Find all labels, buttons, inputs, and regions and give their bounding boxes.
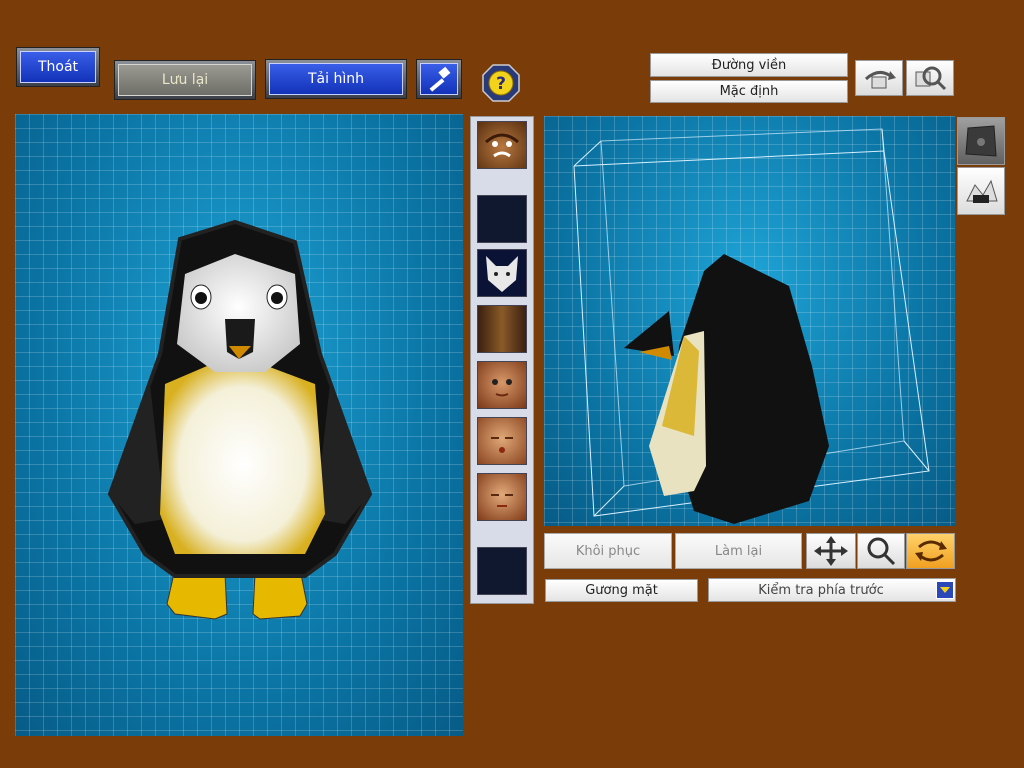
zoom-view-button[interactable] <box>906 60 954 96</box>
redo-button-label: Làm lại <box>714 543 763 559</box>
help-button[interactable]: ? <box>482 64 520 102</box>
outline-button[interactable]: Đường viền <box>650 53 848 77</box>
move-icon <box>814 536 848 566</box>
round-face-icon <box>491 494 513 507</box>
help-icon: ? <box>482 64 520 102</box>
face-button-label: Gương mặt <box>585 583 658 598</box>
thumbnail-face-angry[interactable] <box>477 121 527 169</box>
thumbnail-face-round-1[interactable] <box>477 361 527 409</box>
default-button[interactable]: Mặc định <box>650 80 848 103</box>
restore-button-label: Khôi phục <box>575 543 641 559</box>
effect-icon <box>966 179 998 203</box>
rotate-view-button[interactable] <box>855 60 903 96</box>
face-button[interactable]: Gương mặt <box>545 579 698 602</box>
thumbnail-empty-1[interactable] <box>477 195 527 243</box>
orbit-icon <box>914 540 947 562</box>
background-icon <box>965 125 997 157</box>
wolf-head-icon <box>486 256 518 292</box>
default-button-label: Mặc định <box>719 84 779 99</box>
angry-face-icon <box>485 133 519 158</box>
effect-button[interactable] <box>957 167 1005 215</box>
thumbnail-hair-brown[interactable] <box>477 305 527 353</box>
hammer-icon <box>429 66 451 92</box>
move-button[interactable] <box>806 533 856 569</box>
zoom-view-icon <box>915 66 947 91</box>
thumbnail-face-round-3[interactable] <box>477 473 527 521</box>
part-thumbnail-column <box>470 116 534 604</box>
front-check-select-label: Kiểm tra phía trước <box>758 582 884 598</box>
chevron-down-icon[interactable] <box>936 581 954 599</box>
round-face-icon <box>491 437 513 453</box>
front-view-panel[interactable] <box>15 114 463 736</box>
svg-text:?: ? <box>496 74 506 94</box>
round-face-icon <box>492 379 512 397</box>
magnify-icon <box>867 537 896 566</box>
rotate-view-icon <box>864 71 896 89</box>
penguin-side-model <box>573 128 930 524</box>
save-button[interactable]: Lưu lại <box>114 60 256 100</box>
thumbnail-face-round-2[interactable] <box>477 417 527 465</box>
background-button[interactable] <box>957 117 1005 165</box>
outline-button-label: Đường viền <box>711 57 787 73</box>
redo-button[interactable]: Làm lại <box>675 533 802 569</box>
save-button-label: Lưu lại <box>118 64 252 96</box>
orbit-button[interactable] <box>906 533 955 569</box>
reload-image-button-label: Tải hình <box>269 63 403 95</box>
reload-image-button[interactable]: Tải hình <box>265 59 407 99</box>
exit-button[interactable]: Thoát <box>16 47 100 87</box>
exit-button-label: Thoát <box>20 51 96 83</box>
hammer-button-face <box>420 63 458 95</box>
thumbnail-wolf-head[interactable] <box>477 249 527 297</box>
magnify-button[interactable] <box>857 533 905 569</box>
thumbnail-empty-2[interactable] <box>477 547 527 595</box>
side-view-panel[interactable] <box>544 116 955 526</box>
penguin-front-model <box>107 219 373 620</box>
front-check-select[interactable]: Kiểm tra phía trước <box>708 578 956 602</box>
hammer-button[interactable] <box>416 59 462 99</box>
restore-button[interactable]: Khôi phục <box>544 533 672 569</box>
